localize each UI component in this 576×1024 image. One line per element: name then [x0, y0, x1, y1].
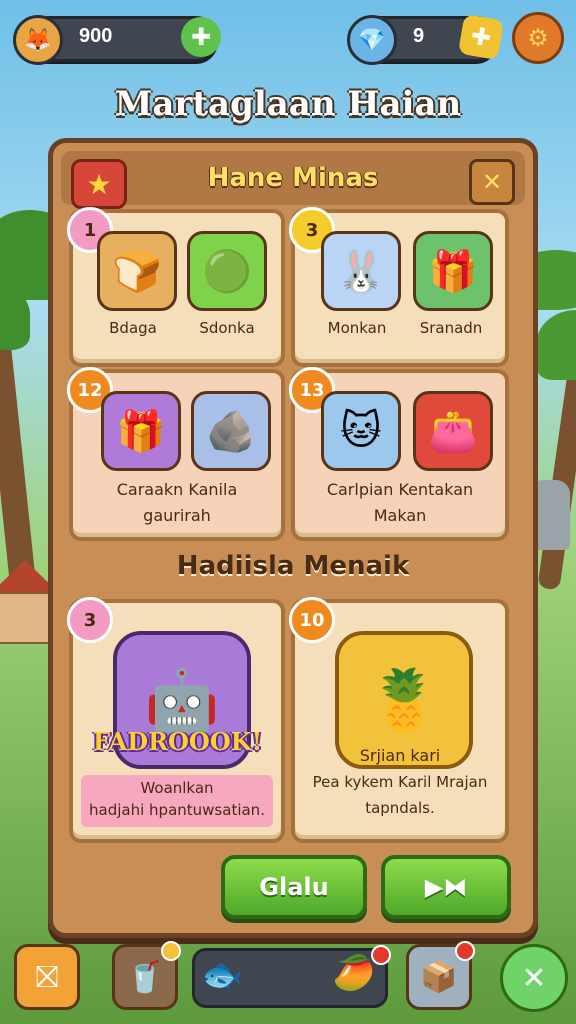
section-title: Hadiisla Menaik [176, 551, 410, 581]
gem-icon: 💎 [347, 15, 397, 65]
green-slime-icon: 🟢 [187, 231, 267, 311]
card-badge: 10 [289, 597, 335, 643]
card-text-line2: Makan [373, 506, 427, 525]
mango-icon: 🥭 [332, 953, 375, 993]
gift-box-icon: 🎁 [413, 231, 493, 311]
gem-value: 9 [413, 25, 425, 47]
close-icon[interactable]: ✕ [500, 944, 568, 1012]
blue-rock-icon: 🪨 [191, 391, 271, 471]
map-icon[interactable]: ⛝ [14, 944, 80, 1010]
inventory-bar[interactable]: 🐟 🥭 [192, 945, 391, 1008]
card-text-line1: Woanlkan [140, 779, 214, 797]
brand-text: FADROOOK! [93, 727, 263, 756]
item-label: Bdaga [109, 319, 157, 337]
card-text-line1: Srjian kari [359, 746, 441, 765]
card-text-line1: Carlpian Kentakan [326, 480, 474, 499]
bunny-icon: 🐰 [321, 231, 401, 311]
house-decoration [0, 560, 60, 644]
add-gems-button[interactable]: ✚ [457, 13, 505, 61]
item-label: Monkan [327, 319, 387, 337]
card-text-line3: tapndals. [365, 799, 435, 817]
go-button[interactable]: Glalu [221, 855, 367, 919]
blue-creature-icon: 🐟 [201, 955, 244, 995]
item-label: Sranadn [419, 319, 483, 337]
featured-card-2[interactable]: 10 🍍 Srjian kari Pea kykem Karil Mrajan … [289, 597, 509, 843]
gear-icon[interactable]: ⚙ [512, 12, 564, 64]
shop-card-4[interactable]: 13 🐱 👛 Carlpian Kentakan Makan [289, 367, 509, 541]
purple-gift-icon: 🎁 [101, 391, 181, 471]
chest-icon[interactable]: 📦 [406, 941, 475, 1010]
card-text-line2: Pea kykem Karil Mrajan [312, 773, 488, 791]
add-coins-button[interactable]: ✚ [181, 17, 221, 57]
shop-card-1[interactable]: 1 🍞 🟢 Bdaga Sdonka [67, 207, 285, 367]
coin-counter: 🦊 900 ✚ [13, 15, 221, 65]
bread-bag-icon: 🍞 [97, 231, 177, 311]
shop-panel: ★ Hane Minas ✕ 1 🍞 🟢 Bdaga Sdonka 3 🐰 🎁 … [48, 138, 538, 938]
card-badge: 3 [67, 597, 113, 643]
red-chest-icon: 👛 [413, 391, 493, 471]
featured-card-1[interactable]: 3 🤖 FADROOOK! Woanlkan hadjahi hpantuwsa… [67, 597, 285, 843]
description-box: Woanlkan hadjahi hpantuwsatian. [81, 775, 273, 827]
card-text-line1: Caraakn Kanila [116, 480, 238, 499]
card-text-line2: gaurirah [143, 506, 211, 525]
coin-icon: 🦊 [13, 15, 63, 65]
panel-header: ★ Hane Minas ✕ [61, 151, 525, 209]
blue-cat-icon: 🐱 [321, 391, 401, 471]
cup-icon[interactable]: 🥤 [112, 941, 181, 1010]
card-text-line2: hadjahi hpantuwsatian. [89, 801, 265, 819]
gem-counter: 💎 9 ✚ [347, 13, 505, 65]
coin-value: 900 [79, 25, 113, 47]
shop-card-3[interactable]: 12 🎁 🪨 Caraakn Kanila gaurirah [67, 367, 285, 541]
item-label: Sdonka [199, 319, 255, 337]
panel-title: Hane Minas [207, 163, 379, 193]
shop-card-2[interactable]: 3 🐰 🎁 Monkan Sranadn [289, 207, 509, 367]
page-title: Martaglaan Haian [114, 84, 462, 124]
close-icon[interactable]: ✕ [469, 159, 515, 205]
bottom-bar: ⛝ 🥤 🐟 🥭 📦 ✕ [0, 936, 576, 1024]
skip-button[interactable]: ▶⧓ [381, 855, 511, 919]
